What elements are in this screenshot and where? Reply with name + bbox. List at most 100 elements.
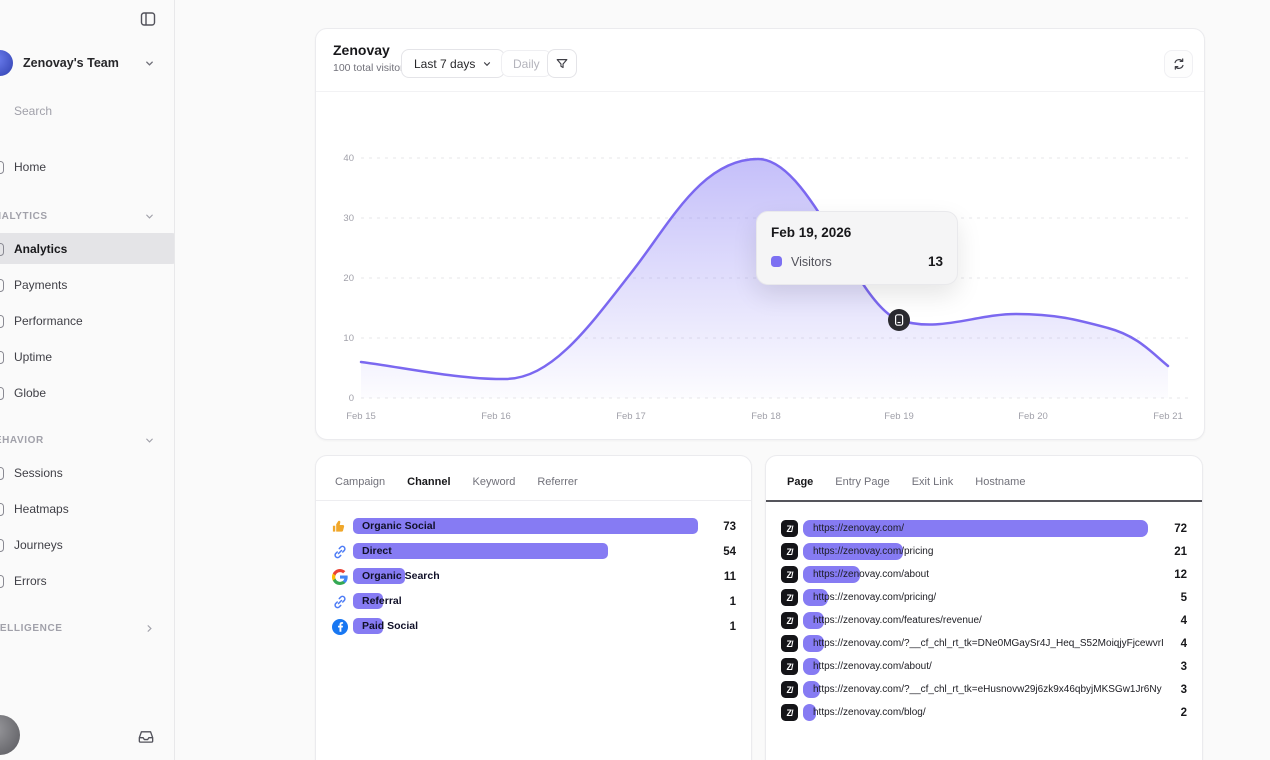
zenovay-logo-icon: Z/ [781, 704, 798, 721]
tab-page[interactable]: Page [787, 476, 813, 488]
page-row[interactable]: Z/ https://zenovay.com/about/ 3 [766, 655, 1202, 678]
tab-entry-page[interactable]: Entry Page [835, 476, 889, 488]
page-rows: Z/ https://zenovay.com/ 72 Z/ https://ze… [766, 517, 1202, 724]
link-icon [331, 593, 348, 610]
team-switcher[interactable]: Zenovay's Team [0, 48, 175, 78]
zenovay-logo-icon: Z/ [781, 612, 798, 629]
google-icon [331, 568, 348, 585]
page-row[interactable]: Z/ https://zenovay.com/?__cf_chl_rt_tk=e… [766, 678, 1202, 701]
tab-exit-link[interactable]: Exit Link [912, 476, 954, 488]
sidebar-item-home[interactable]: Home [0, 152, 175, 182]
user-avatar[interactable] [0, 715, 20, 755]
sidebar-item-globe[interactable]: Globe [0, 378, 175, 408]
link-icon [331, 543, 348, 560]
zenovay-logo-icon: Z/ [781, 658, 798, 675]
page-row[interactable]: Z/ https://zenovay.com/ 72 [766, 517, 1202, 540]
channel-row[interactable]: Paid Social 1 [316, 614, 751, 639]
channel-row[interactable]: Organic Search 11 [316, 564, 751, 589]
tab-campaign[interactable]: Campaign [335, 476, 385, 488]
svg-text:Feb 16: Feb 16 [481, 411, 511, 422]
tooltip-value: 13 [928, 254, 943, 269]
sidebar-item-performance[interactable]: Performance [0, 306, 175, 336]
payments-icon [0, 279, 4, 292]
svg-text:Feb 15: Feb 15 [346, 411, 376, 422]
zenovay-logo-icon: Z/ [781, 566, 798, 583]
channels-tabs: Campaign Channel Keyword Referrer [335, 476, 578, 488]
tab-hostname[interactable]: Hostname [975, 476, 1025, 488]
zenovay-logo-icon: Z/ [781, 681, 798, 698]
sidebar-toggle-button[interactable] [136, 7, 160, 31]
zenovay-logo-icon: Z/ [781, 635, 798, 652]
svg-text:0: 0 [349, 393, 354, 404]
page-row[interactable]: Z/ https://zenovay.com/pricing 21 [766, 540, 1202, 563]
errors-icon [0, 575, 4, 588]
page-row[interactable]: Z/ https://zenovay.com/?__cf_chl_rt_tk=D… [766, 632, 1202, 655]
visitors-chart-card: Zenovay 100 total visitors Last 7 days D… [315, 28, 1205, 440]
heatmaps-icon [0, 503, 4, 516]
team-avatar [0, 50, 13, 76]
sidebar: Zenovay's Team Search Home ANALYTICS Ana… [0, 0, 175, 760]
sidebar-item-errors[interactable]: Errors [0, 566, 175, 596]
chart-tooltip: Feb 19, 2026 Visitors 13 [756, 211, 958, 285]
hover-marker[interactable] [888, 309, 910, 331]
sidebar-item-payments[interactable]: Payments [0, 270, 175, 300]
svg-text:10: 10 [343, 333, 354, 344]
home-icon [0, 161, 4, 174]
chevron-down-icon [144, 211, 155, 222]
chevron-down-icon [144, 435, 155, 446]
sidebar-item-uptime[interactable]: Uptime [0, 342, 175, 372]
sidebar-item-sessions[interactable]: Sessions [0, 458, 175, 488]
tab-referrer[interactable]: Referrer [537, 476, 577, 488]
svg-text:Feb 21: Feb 21 [1153, 411, 1183, 422]
page-row[interactable]: Z/ https://zenovay.com/blog/ 2 [766, 701, 1202, 724]
facebook-icon [331, 618, 348, 635]
tooltip-series-label: Visitors [791, 255, 919, 269]
sidebar-item-analytics[interactable]: Analytics [0, 234, 175, 264]
svg-text:40: 40 [343, 153, 354, 164]
chevron-right-icon [144, 623, 155, 634]
svg-text:20: 20 [343, 273, 354, 284]
svg-text:30: 30 [343, 213, 354, 224]
uptime-icon [0, 351, 4, 364]
tooltip-date: Feb 19, 2026 [771, 225, 943, 240]
tab-keyword[interactable]: Keyword [473, 476, 516, 488]
sidebar-item-journeys[interactable]: Journeys [0, 530, 175, 560]
channels-breakdown-card: Campaign Channel Keyword Referrer Organi… [315, 455, 752, 760]
search-input[interactable]: Search [14, 104, 52, 118]
analytics-icon [0, 243, 4, 256]
tabs-divider [316, 500, 751, 501]
zenovay-logo-icon: Z/ [781, 543, 798, 560]
svg-text:Feb 20: Feb 20 [1018, 411, 1048, 422]
channel-row[interactable]: Referral 1 [316, 589, 751, 614]
sessions-icon [0, 467, 4, 480]
zenovay-logo-icon: Z/ [781, 589, 798, 606]
chevron-down-icon [144, 58, 155, 69]
sidebar-section-behavior[interactable]: BEHAVIOR [0, 432, 175, 448]
sidebar-item-heatmaps[interactable]: Heatmaps [0, 494, 175, 524]
inbox-icon [136, 726, 156, 746]
page-row[interactable]: Z/ https://zenovay.com/about 12 [766, 563, 1202, 586]
svg-text:Feb 17: Feb 17 [616, 411, 646, 422]
x-axis-ticks: Feb 15 Feb 16 Feb 17 Feb 18 Feb 19 Feb 2… [346, 411, 1183, 422]
channel-rows: Organic Social 73 Direct 54 Organic Sear… [316, 514, 751, 639]
inbox-button[interactable] [136, 726, 158, 748]
tooltip-row: Visitors 13 [771, 254, 943, 269]
panel-left-icon [139, 10, 157, 28]
svg-text:Feb 18: Feb 18 [751, 411, 781, 422]
zenovay-logo-icon: Z/ [781, 520, 798, 537]
pages-breakdown-card: Page Entry Page Exit Link Hostname Z/ ht… [765, 455, 1203, 760]
thumbs-up-icon [331, 518, 348, 535]
page-row[interactable]: Z/ https://zenovay.com/features/revenue/… [766, 609, 1202, 632]
tab-channel[interactable]: Channel [407, 476, 450, 488]
channel-row[interactable]: Organic Social 73 [316, 514, 751, 539]
pages-tabs: Page Entry Page Exit Link Hostname [787, 476, 1025, 488]
journeys-icon [0, 539, 4, 552]
performance-icon [0, 315, 4, 328]
sidebar-section-intelligence[interactable]: INTELLIGENCE [0, 620, 175, 636]
sidebar-section-analytics[interactable]: ANALYTICS [0, 208, 175, 224]
svg-text:Feb 19: Feb 19 [884, 411, 914, 422]
series-color-dot [771, 256, 782, 267]
page-row[interactable]: Z/ https://zenovay.com/pricing/ 5 [766, 586, 1202, 609]
channel-row[interactable]: Direct 54 [316, 539, 751, 564]
team-name: Zenovay's Team [23, 56, 144, 70]
